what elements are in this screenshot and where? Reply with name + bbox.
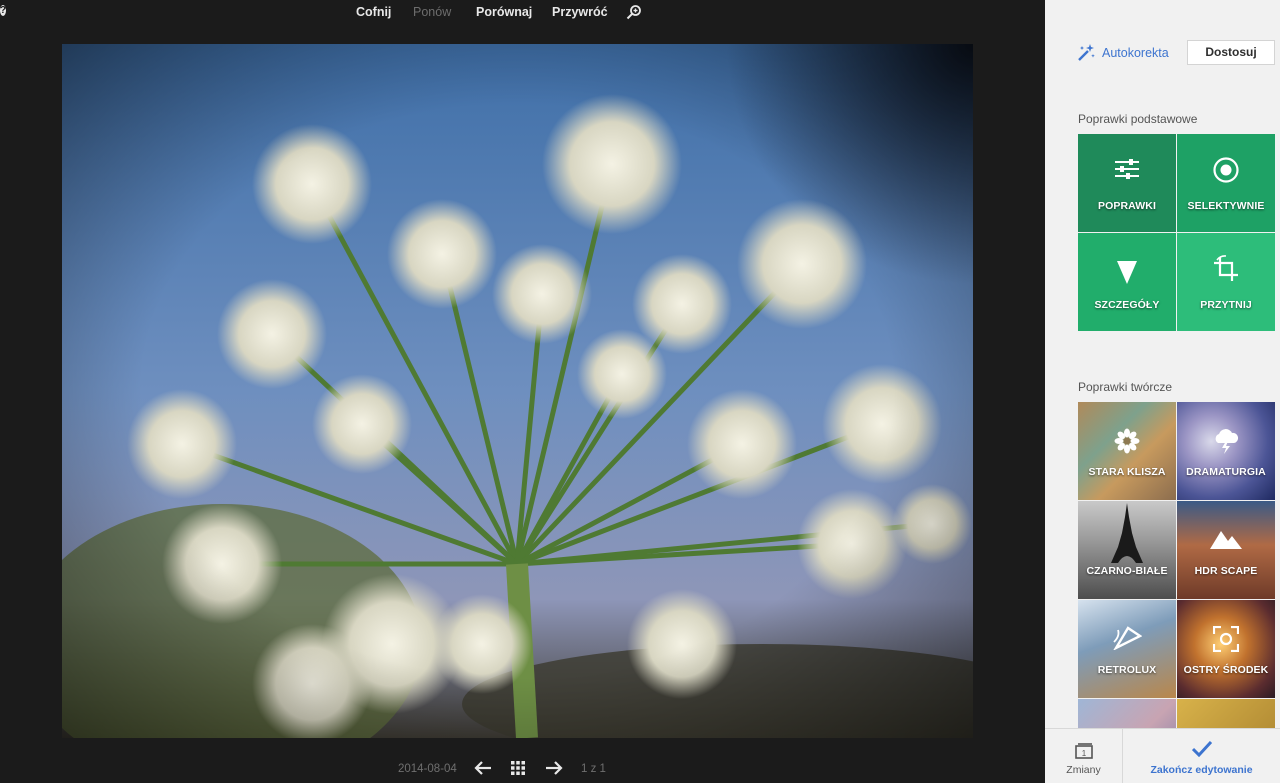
layers-icon: 1 bbox=[1075, 743, 1093, 759]
changes-button[interactable]: 1 Zmiany bbox=[1045, 729, 1123, 783]
triangle-icon bbox=[1117, 261, 1137, 284]
top-toolbar: Cofnij Ponów Porównaj Przywróć ? bbox=[0, 0, 1045, 26]
tile-label: PRZYTNIJ bbox=[1200, 299, 1252, 311]
finish-editing-label: Zakończ edytowanie bbox=[1150, 764, 1253, 776]
focus-frame-icon bbox=[1213, 626, 1239, 652]
checkmark-icon bbox=[1192, 741, 1212, 757]
magic-wand-icon bbox=[1078, 44, 1095, 61]
photo-image bbox=[62, 44, 973, 738]
eiffel-tower-icon bbox=[1111, 503, 1143, 563]
panel-footer: 1 Zmiany Zakończ edytowanie bbox=[1045, 728, 1280, 783]
tile-drama[interactable]: DRAMATURGIA bbox=[1177, 402, 1275, 500]
tile-label: CZARNO-BIAŁE bbox=[1086, 565, 1168, 577]
storm-cloud-icon bbox=[1215, 429, 1239, 454]
tile-label: SELEKTYWNIE bbox=[1187, 200, 1265, 212]
tile-selective[interactable]: SELEKTYWNIE bbox=[1177, 134, 1275, 232]
crop-rotate-icon bbox=[1214, 255, 1238, 281]
editor-area: Cofnij Ponów Porównaj Przywróć ? 2014-08… bbox=[0, 0, 1045, 783]
redo-button[interactable]: Ponów bbox=[413, 5, 451, 19]
help-icon[interactable]: ? bbox=[0, 5, 7, 16]
sliders-icon bbox=[1115, 159, 1139, 179]
tile-label: DRAMATURGIA bbox=[1186, 466, 1266, 478]
tile-adjustments[interactable]: POPRAWKI bbox=[1078, 134, 1176, 232]
tile-crop[interactable]: PRZYTNIJ bbox=[1177, 233, 1275, 331]
tile-retrolux[interactable]: RETROLUX bbox=[1078, 600, 1176, 698]
tile-center-focus[interactable]: OSTRY ŚRODEK bbox=[1177, 600, 1275, 698]
compare-button[interactable]: Porównaj bbox=[476, 5, 532, 19]
svg-text:1: 1 bbox=[1082, 749, 1087, 758]
creative-adjustments-title: Poprawki twórcze bbox=[1078, 380, 1173, 394]
tile-label: SZCZEGÓŁY bbox=[1094, 299, 1160, 311]
bottom-bar: 2014-08-04 1 z 1 bbox=[0, 752, 1045, 782]
basic-adjustments-title: Poprawki podstawowe bbox=[1078, 112, 1198, 126]
tile-label: RETROLUX bbox=[1097, 664, 1157, 676]
auto-correct-button[interactable]: Autokorekta bbox=[1076, 42, 1169, 64]
tile-hdr-scape[interactable]: HDR SCAPE bbox=[1177, 501, 1275, 599]
tile-label: OSTRY ŚRODEK bbox=[1183, 664, 1269, 676]
edit-panel: Autokorekta Dostosuj Poprawki podstawowe… bbox=[1045, 0, 1280, 783]
tile-label: STARA KLISZA bbox=[1088, 466, 1166, 478]
arrow-right-icon[interactable] bbox=[544, 760, 564, 776]
zoom-icon[interactable] bbox=[626, 4, 642, 20]
light-leak-icon bbox=[1113, 626, 1142, 650]
arrow-left-icon[interactable] bbox=[473, 760, 493, 776]
grid-icon[interactable] bbox=[511, 761, 525, 775]
finish-editing-button[interactable]: Zakończ edytowanie bbox=[1123, 729, 1280, 783]
target-icon bbox=[1213, 157, 1239, 183]
adjust-button[interactable]: Dostosuj bbox=[1187, 40, 1275, 65]
mountains-icon bbox=[1210, 531, 1242, 549]
photo-canvas[interactable] bbox=[62, 44, 973, 738]
auto-correct-label: Autokorekta bbox=[1102, 46, 1169, 60]
tile-details[interactable]: SZCZEGÓŁY bbox=[1078, 233, 1176, 331]
undo-button[interactable]: Cofnij bbox=[356, 5, 391, 19]
tile-label: HDR SCAPE bbox=[1194, 565, 1258, 577]
tile-black-white[interactable]: CZARNO-BIAŁE bbox=[1078, 501, 1176, 599]
tile-label: POPRAWKI bbox=[1098, 200, 1156, 212]
page-count: 1 z 1 bbox=[581, 763, 606, 775]
changes-label: Zmiany bbox=[1066, 764, 1101, 776]
photo-date: 2014-08-04 bbox=[398, 763, 457, 775]
reset-button[interactable]: Przywróć bbox=[552, 5, 608, 19]
tile-vintage[interactable]: STARA KLISZA bbox=[1078, 402, 1176, 500]
flower-icon bbox=[1114, 428, 1140, 454]
